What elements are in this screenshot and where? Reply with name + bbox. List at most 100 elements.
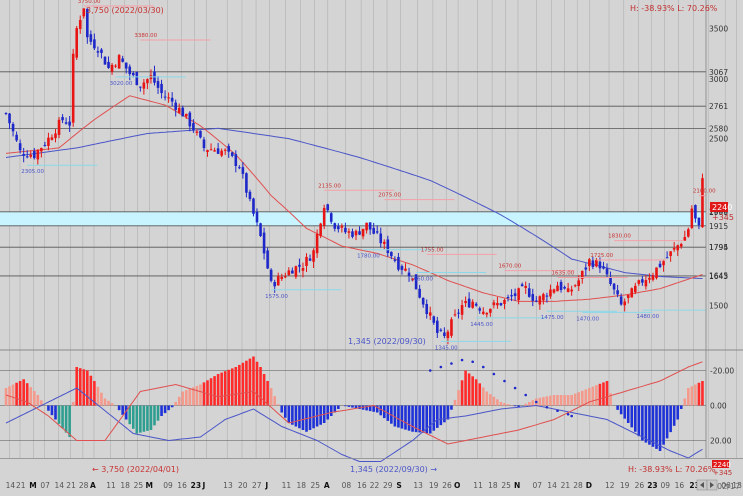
candle-body — [500, 303, 503, 305]
point-label: 2135.00 — [318, 183, 341, 189]
candle-body — [263, 233, 266, 254]
high-annotation: 3,750 (2022/03/30) — [86, 6, 164, 15]
osc-bar — [379, 406, 382, 416]
candle-body — [588, 259, 591, 266]
osc-bar — [284, 406, 287, 418]
osc-bar — [486, 392, 489, 406]
time-tick-label: 12 — [605, 481, 615, 490]
candle-body — [291, 271, 294, 274]
candle-body — [111, 65, 114, 72]
footer-low-marker: 1,345 (2022/09/30) → — [350, 465, 437, 474]
candle-body — [26, 156, 29, 157]
time-tick-label: 28 — [573, 481, 583, 490]
candle-body — [302, 268, 305, 271]
candle-body — [136, 72, 139, 85]
candle-body — [432, 316, 435, 322]
osc-bar — [139, 406, 142, 433]
time-tick-label: 25 — [311, 481, 321, 490]
osc-bar — [461, 380, 464, 405]
osc-bar — [694, 385, 697, 406]
candle-body — [659, 264, 662, 267]
osc-bar — [570, 395, 573, 406]
time-tick-label: M — [145, 481, 152, 490]
osc-bar — [196, 386, 199, 406]
point-label: 3380.00 — [134, 33, 157, 39]
osc-dot — [556, 409, 559, 412]
candle-body — [40, 148, 43, 151]
candle-body — [482, 312, 485, 314]
osc-bar — [468, 373, 471, 405]
candle-body — [390, 252, 393, 256]
osc-bar — [164, 406, 167, 414]
candle-body — [309, 258, 312, 260]
candle-body — [404, 269, 407, 271]
point-label: 1475.00 — [541, 315, 564, 321]
osc-bar — [47, 406, 50, 411]
osc-bar — [549, 396, 552, 406]
candle-body — [333, 223, 336, 229]
candle-body — [118, 55, 121, 69]
osc-bar — [171, 406, 174, 408]
osc-bar — [408, 406, 411, 431]
osc-bar — [185, 390, 188, 405]
osc-bar — [189, 389, 192, 406]
candle-body — [528, 288, 531, 297]
osc-bar — [673, 406, 676, 426]
candle-body — [284, 276, 287, 277]
candle-body — [592, 260, 595, 266]
osc-bar — [58, 406, 61, 424]
osc-bar — [560, 395, 563, 406]
point-label: 1725.00 — [590, 253, 613, 259]
osc-bar — [210, 378, 213, 405]
osc-bar — [503, 403, 506, 405]
candle-body — [387, 239, 390, 253]
osc-bar — [489, 394, 492, 405]
candle-body — [326, 204, 329, 210]
osc-dot — [482, 366, 485, 369]
osc-bar — [567, 395, 570, 406]
osc-bar — [203, 382, 206, 405]
time-tick-label: 23 — [647, 481, 657, 490]
osc-bar — [146, 406, 149, 431]
point-label: 2075.00 — [378, 193, 401, 199]
candle-body — [146, 79, 149, 83]
candle-body — [493, 302, 496, 305]
osc-bar — [659, 406, 662, 452]
candle-body — [171, 98, 174, 102]
candle-body — [616, 290, 619, 294]
scroll-arrows[interactable] — [697, 480, 717, 490]
price-tick-label: 2580 — [709, 124, 728, 133]
candle-body — [475, 304, 478, 306]
osc-bar — [242, 363, 245, 406]
osc-bar — [118, 406, 121, 411]
osc-bar — [701, 381, 704, 406]
candle-body — [266, 250, 269, 268]
osc-bar — [482, 387, 485, 405]
candle-body — [602, 266, 605, 268]
candle-body — [97, 51, 100, 52]
candle-body — [51, 137, 54, 140]
candle-body — [443, 332, 446, 336]
osc-bar — [404, 406, 407, 430]
candle-body — [44, 145, 47, 146]
osc-tick-label: -20.00 — [710, 367, 734, 376]
candle-body — [627, 295, 630, 298]
candle-body — [556, 286, 559, 292]
point-label: 1830.00 — [608, 234, 631, 240]
candle-body — [383, 242, 386, 244]
osc-bar — [397, 406, 400, 428]
time-tick-label: 29 — [383, 481, 393, 490]
candle-body — [68, 122, 71, 126]
candle-body — [337, 226, 340, 229]
candle-body — [680, 244, 683, 246]
time-tick-label: 28 — [79, 481, 89, 490]
osc-bar — [79, 368, 82, 405]
osc-tick-label: 20.00 — [710, 437, 732, 446]
candle-body — [8, 114, 11, 124]
candle-body — [683, 237, 686, 241]
candle-body — [22, 154, 25, 156]
price-tick-label: 1795 — [709, 243, 728, 252]
candle-body — [100, 50, 103, 53]
osc-bar — [288, 406, 291, 424]
candle-body — [450, 319, 453, 336]
